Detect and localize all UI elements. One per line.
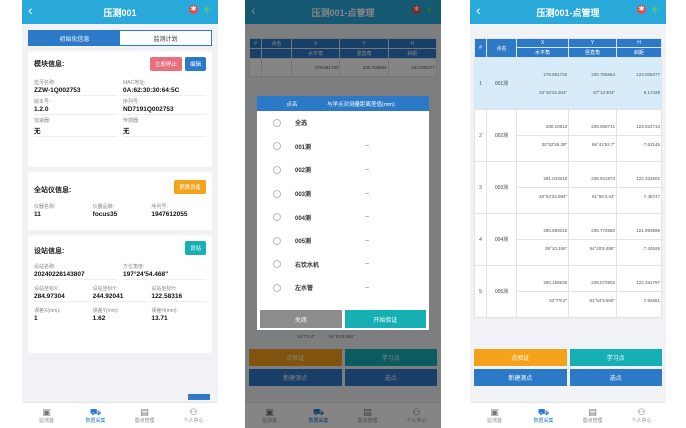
dialog-point-row[interactable]: 002测 -- (257, 158, 429, 182)
partial-button[interactable] (188, 394, 210, 400)
point-verify-button[interactable]: 点验证 (474, 349, 567, 366)
setup-info-card: 设站信息: 设站 设站名称: 20240228143807 方位角度: 197°… (28, 235, 212, 353)
manage-icon: ▤ (588, 407, 597, 417)
tab-monitor-plan[interactable]: 监测计划 (120, 31, 211, 45)
field-instrument-brand: 仪器品牌: focus35 (92, 204, 118, 218)
radio-icon[interactable] (273, 283, 281, 292)
setup-info-title: 设站信息: (34, 248, 65, 255)
radio-icon[interactable] (273, 165, 281, 174)
phone-point-manage: ‹ 压测001-点管理 ✱ ⬖ # 点名 X Y H 水平角 竖直角 斜距 1 … (470, 0, 666, 428)
dialog-point-row[interactable]: 左水管 -- (257, 276, 429, 300)
field-setup-name: 设站名称: 20240228143807 (34, 261, 117, 280)
table-row[interactable]: 2 002测 280.10613 239.958741 123.022713 (474, 109, 662, 162)
radio-icon[interactable] (273, 260, 281, 269)
collect-icon: ⛟ (537, 407, 550, 417)
nav-manage[interactable]: ▤ 基点管理 (568, 403, 617, 428)
signal-icon: ⬖ (204, 4, 211, 14)
page-title: 压测001 (103, 7, 137, 18)
monitor-icon: ▣ (42, 407, 51, 417)
tab-bar: 初始化信息 监测计划 (28, 30, 212, 46)
select-point-button[interactable]: 选点 (569, 369, 662, 386)
station-info-card: 全站仪信息: 更换设备 仪器名称: 11 仪器品牌: focus35 序列号: … (28, 172, 212, 230)
select-all-row[interactable]: 全选 (257, 111, 429, 135)
dialog-point-row[interactable]: 右饮水机 -- (257, 253, 429, 277)
phone-point-verify-dialog: ‹ 压测001-点管理 ✱ ⬖ # 点名 X Y H 水平角 竖直角 斜距 27… (245, 0, 441, 428)
nav-collect[interactable]: ⛟ 数据采集 (519, 403, 568, 428)
radio-icon[interactable] (273, 213, 281, 222)
field-error-y: 误差Y(mm): 1.62 (92, 308, 120, 322)
stop-now-button[interactable]: 立即停止 (149, 57, 182, 71)
field-serial: 序列号: ND7191Q002753 (123, 96, 206, 115)
radio-icon[interactable] (273, 189, 281, 198)
manage-icon: ▤ (140, 407, 149, 417)
dialog-point-row[interactable]: 004测 -- (257, 205, 429, 229)
setup-button[interactable]: 设站 (184, 241, 206, 255)
table-row[interactable]: 5 005测 280.158636 239.072902 122.331797 (474, 265, 662, 318)
title-bar: ‹ 压测001 ✱ ⬖ (22, 0, 218, 24)
field-error-x: 误差X(mm): 1 (34, 308, 61, 322)
nav-collect[interactable]: ⛟ 数据采集 (71, 403, 120, 428)
user-icon: ⚇ (637, 407, 646, 417)
nav-user[interactable]: ⚇ 个人中心 (617, 403, 666, 428)
field-setup-x: 设站坐标X: 284.97304 (34, 283, 89, 302)
field-accelerator: 加速器: 无 (34, 115, 117, 137)
field-instrument-name: 仪器名称: 11 (34, 204, 56, 218)
field-instrument-serial: 序列号: 1947612055 (151, 204, 188, 218)
close-button[interactable]: 关闭 (260, 310, 342, 328)
field-azimuth: 方位角度: 197°24'54.468" (123, 261, 206, 280)
title-bar: ‹ 压测001-点管理 ✱ ⬖ (470, 0, 666, 24)
field-bt-name: 蓝牙名称: ZZW-1Q002753 (34, 77, 117, 96)
nav-user[interactable]: ⚇ 个人中心 (169, 403, 218, 428)
laser-icon: ✱ (637, 5, 646, 14)
field-setup-y: 设站坐标Y: 244.92041 (92, 283, 148, 302)
table-row[interactable]: 1 001测 278.691733 230.706664 123.008477 (474, 57, 662, 110)
dialog-point-row[interactable]: 003测 -- (257, 182, 429, 206)
user-icon: ⚇ (189, 407, 198, 417)
points-table: # 点名 X Y H 水平角 竖直角 斜距 1 001测 278.691733 … (474, 38, 662, 318)
dialog-point-row[interactable]: 001测 -- (257, 135, 429, 159)
module-info-card: 模块信息: 立即停止 编辑 蓝牙名称: ZZW-1Q002753 MAC地址: … (28, 51, 212, 167)
table-row[interactable]: 4 004测 280.893015 236.772585 121.993696 (474, 213, 662, 266)
new-point-button[interactable]: 新建测点 (474, 369, 567, 386)
monitor-icon: ▣ (490, 407, 499, 417)
edit-button[interactable]: 编辑 (184, 57, 206, 71)
table-row[interactable]: 3 003测 281.043018 238.501873 122.332562 (474, 161, 662, 214)
radio-icon[interactable] (273, 236, 281, 245)
bottom-nav: ▣ 监测首 ⛟ 数据采集 ▤ 基点管理 ⚇ 个人中心 (22, 402, 218, 428)
laser-icon: ✱ (189, 5, 198, 14)
field-error-h: 误差H(mm): 13.71 (151, 308, 178, 322)
learn-point-button[interactable]: 学习点 (569, 349, 662, 366)
field-mac: MAC地址: 0A:62:30:30:64:5C (123, 77, 206, 96)
phone-init-info: ‹ 压测001 ✱ ⬖ 初始化信息 监测计划 模块信息: 立即停止 编辑 蓝牙名… (22, 0, 218, 428)
tab-init-info[interactable]: 初始化信息 (29, 31, 120, 45)
field-setup-h: 设站坐标H: 122.58316 (151, 283, 206, 302)
field-version: 版本号: 1.2.0 (34, 96, 117, 115)
dialog-header: 点名 与学点对测量距离差值(mm) (257, 96, 429, 111)
radio-icon[interactable] (273, 142, 281, 151)
change-device-button[interactable]: 更换设备 (173, 180, 206, 194)
collect-icon: ⛟ (89, 407, 102, 417)
page-title: 压测001-点管理 (536, 7, 600, 18)
signal-icon: ⬖ (652, 4, 659, 14)
verify-dialog: 点名 与学点对测量距离差值(mm) 全选 001测 -- 002测 -- 003测 -… (257, 96, 429, 330)
dialog-point-row[interactable]: 005测 -- (257, 229, 429, 253)
back-icon[interactable]: ‹ (28, 2, 33, 18)
nav-monitor[interactable]: ▣ 监测首 (470, 403, 519, 428)
field-sensor: 传感器: 无 (123, 115, 206, 137)
nav-monitor[interactable]: ▣ 监测首 (22, 403, 71, 428)
radio-icon[interactable] (273, 118, 281, 127)
back-icon[interactable]: ‹ (476, 2, 481, 18)
start-verify-button[interactable]: 开始验证 (344, 310, 426, 328)
bottom-nav: ▣ 监测首 ⛟ 数据采集 ▤ 基点管理 ⚇ 个人中心 (470, 402, 666, 428)
nav-manage[interactable]: ▤ 基点管理 (120, 403, 169, 428)
